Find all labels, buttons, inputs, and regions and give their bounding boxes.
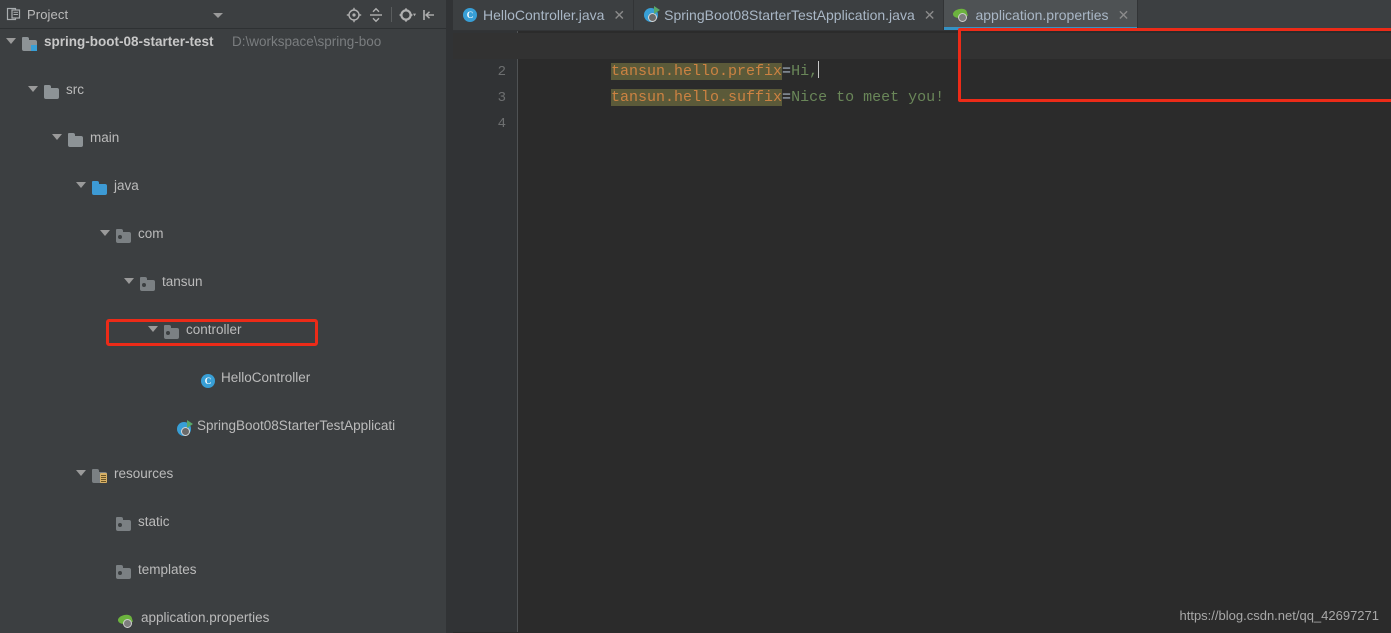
tree-row-hello-controller[interactable]: C HelloController	[0, 365, 446, 389]
gutter-divider	[517, 31, 518, 632]
tab-bar-empty-space	[1138, 0, 1391, 30]
project-folder-icon	[22, 37, 38, 53]
tree-row-templates[interactable]: templates	[0, 557, 446, 581]
tree-label-templates: templates	[138, 561, 197, 577]
tab-label: application.properties	[975, 7, 1109, 23]
tab-spring-boot-application-java[interactable]: SpringBoot08StarterTestApplication.java …	[634, 0, 945, 30]
tree-label-src: src	[66, 81, 84, 97]
tab-label: HelloController.java	[483, 7, 605, 23]
tree-label-static: static	[138, 513, 170, 529]
code-line-2[interactable]: tansun.hello.suffix=Nice to meet you!	[521, 59, 944, 106]
expand-arrow-icon[interactable]	[28, 86, 38, 92]
tree-row-com[interactable]: com	[0, 221, 446, 245]
property-equals: =	[782, 89, 792, 106]
property-value: Nice to meet you!	[791, 89, 945, 106]
tree-label-tansun: tansun	[162, 273, 203, 289]
tree-row-resources[interactable]: resources	[0, 461, 446, 485]
editor-gutter[interactable]: 1 2 3 4	[453, 31, 517, 632]
spring-properties-icon	[117, 613, 135, 629]
expand-arrow-icon[interactable]	[76, 470, 86, 476]
expand-arrow-icon[interactable]	[52, 134, 62, 140]
tree-row-project-root[interactable]: spring-boot-08-starter-test D:\workspace…	[0, 29, 446, 53]
java-runnable-class-icon	[176, 420, 193, 437]
code-line-1[interactable]: tansun.hello.prefix=Hi,	[453, 33, 1391, 80]
project-panel-header: Project	[0, 0, 446, 29]
expand-arrow-icon[interactable]	[76, 182, 86, 188]
gear-icon[interactable]	[396, 4, 418, 26]
collapse-all-icon[interactable]	[365, 4, 387, 26]
close-icon[interactable]: ✕	[1118, 8, 1130, 22]
tree-label-controller: controller	[186, 321, 242, 337]
editor-tab-bar: C HelloController.java ✕ SpringBoot08Sta…	[453, 0, 1391, 31]
line-number: 4	[497, 116, 506, 132]
tree-row-spring-boot-application[interactable]: SpringBoot08StarterTestApplicati	[0, 413, 446, 437]
tree-row-src[interactable]: src	[0, 77, 446, 101]
intellij-idea-window: Project spring-boot-08-starter-test D:\w…	[0, 0, 1391, 633]
spring-properties-icon	[952, 7, 970, 23]
tree-row-tansun[interactable]: tansun	[0, 269, 446, 293]
tree-label-java: java	[114, 177, 139, 193]
package-folder-icon	[116, 565, 132, 581]
tree-row-controller[interactable]: controller	[0, 317, 446, 341]
line-number: 3	[497, 90, 506, 106]
line-number: 2	[497, 64, 506, 80]
property-key: tansun.hello.suffix	[611, 89, 783, 106]
tree-label-project-root: spring-boot-08-starter-test	[44, 33, 214, 49]
expand-arrow-icon[interactable]	[6, 38, 16, 44]
project-panel-title: Project	[27, 6, 69, 22]
hide-panel-icon[interactable]	[418, 4, 440, 26]
editor-text-area[interactable]: 1 2 3 4 tansun.hello.prefix=Hi, tansun.h…	[453, 31, 1391, 632]
tree-label-spring-boot-application: SpringBoot08StarterTestApplicati	[197, 417, 396, 433]
editor-area: C HelloController.java ✕ SpringBoot08Sta…	[453, 0, 1391, 633]
source-folder-icon	[92, 181, 108, 197]
close-icon[interactable]: ✕	[613, 8, 625, 22]
toolbar-divider	[391, 7, 392, 22]
tree-label-resources: resources	[114, 465, 174, 481]
tree-row-java[interactable]: java	[0, 173, 446, 197]
tree-row-application-properties[interactable]: application.properties	[0, 605, 446, 629]
panel-splitter[interactable]	[446, 0, 453, 633]
folder-icon	[68, 133, 84, 149]
tree-label-com: com	[138, 225, 164, 241]
tree-row-static[interactable]: static	[0, 509, 446, 533]
expand-arrow-icon[interactable]	[148, 326, 158, 332]
tree-label-hello-controller: HelloController	[221, 369, 311, 385]
expand-arrow-icon[interactable]	[100, 230, 110, 236]
close-icon[interactable]: ✕	[924, 8, 936, 22]
tree-label-application-properties: application.properties	[141, 609, 270, 625]
java-class-icon: C	[200, 373, 216, 389]
tab-hello-controller-java[interactable]: C HelloController.java ✕	[453, 0, 635, 30]
tree-row-main[interactable]: main	[0, 125, 446, 149]
project-panel-icon	[6, 6, 22, 22]
project-tree[interactable]: spring-boot-08-starter-test D:\workspace…	[0, 29, 446, 633]
project-tool-window: Project spring-boot-08-starter-test D:\w…	[0, 0, 446, 633]
project-panel-toolbar	[343, 0, 440, 29]
tree-label-main: main	[90, 129, 120, 145]
project-path-text: D:\workspace\spring-boo	[232, 33, 382, 49]
java-runnable-class-icon	[643, 6, 661, 23]
java-class-icon: C	[462, 7, 478, 23]
package-folder-icon	[140, 277, 156, 293]
expand-arrow-icon[interactable]	[124, 278, 134, 284]
resources-folder-icon	[92, 469, 108, 485]
chevron-down-icon[interactable]	[213, 13, 223, 18]
locate-icon[interactable]	[343, 4, 365, 26]
package-folder-icon	[164, 325, 180, 341]
package-folder-icon	[116, 517, 132, 533]
watermark-text: https://blog.csdn.net/qq_42697271	[1179, 608, 1380, 623]
package-folder-icon	[116, 229, 132, 245]
tab-label: SpringBoot08StarterTestApplication.java	[664, 7, 915, 23]
code-content[interactable]: tansun.hello.prefix=Hi, tansun.hello.suf…	[453, 31, 1391, 632]
folder-icon	[44, 85, 60, 101]
tab-application-properties[interactable]: application.properties ✕	[944, 0, 1139, 30]
